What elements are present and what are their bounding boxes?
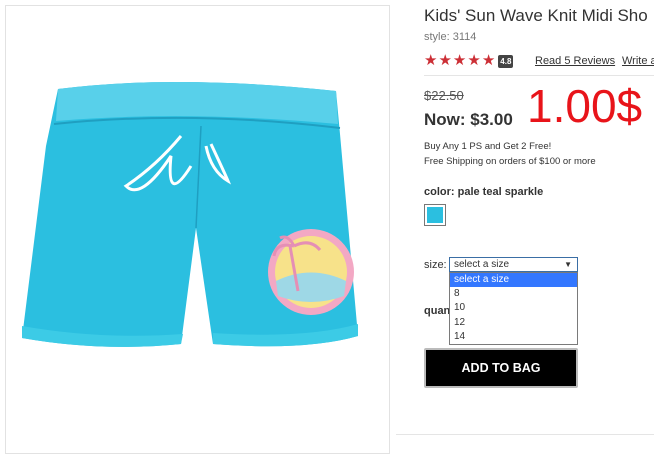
star-icon: ★ xyxy=(452,52,467,69)
was-price: $22.50 xyxy=(424,88,464,103)
promo-text: Buy Any 1 PS and Get 2 Free! xyxy=(424,141,552,152)
star-icon: ★ xyxy=(424,52,438,69)
rating-badge: 4.8 xyxy=(498,54,514,68)
size-select[interactable]: select a size ▼ xyxy=(449,257,578,272)
quantity-label: quantity xyxy=(424,305,449,317)
size-option-10[interactable]: 10 xyxy=(450,301,577,315)
star-icon: ★ xyxy=(467,52,481,69)
product-image xyxy=(22,81,358,347)
write-review-link[interactable]: Write a xyxy=(622,55,654,67)
product-image-frame[interactable] xyxy=(5,5,390,454)
overlay-price-annotation: 1.00$ xyxy=(527,80,643,132)
divider xyxy=(424,75,654,76)
product-style: style: 3114 xyxy=(424,31,477,43)
divider xyxy=(396,434,654,435)
size-select-value: select a size xyxy=(454,259,510,270)
swatch-fill xyxy=(427,207,443,223)
add-to-bag-button[interactable]: ADD TO BAG xyxy=(424,348,578,388)
now-price: Now: $3.00 xyxy=(424,110,513,129)
size-dropdown-list: select a size 8 10 12 14 xyxy=(449,272,578,345)
star-icon: ★ xyxy=(438,52,452,69)
size-option-8[interactable]: 8 xyxy=(450,287,577,301)
read-reviews-link[interactable]: Read 5 Reviews xyxy=(535,55,615,67)
chevron-down-icon: ▼ xyxy=(564,260,572,269)
rating-stars: ★ ★ ★ ★ ★ 4.8 xyxy=(424,52,514,69)
product-title: Kids' Sun Wave Knit Midi Sho xyxy=(424,6,648,25)
size-label: size: xyxy=(424,259,447,271)
color-swatch-pale-teal[interactable] xyxy=(424,204,446,226)
size-option-14[interactable]: 14 xyxy=(450,330,577,344)
star-icon: ★ xyxy=(481,52,496,69)
color-label: color: pale teal sparkle xyxy=(424,186,544,198)
size-option-select[interactable]: select a size xyxy=(450,273,577,288)
shipping-text: Free Shipping on orders of $100 or more xyxy=(424,156,596,167)
size-option-12[interactable]: 12 xyxy=(450,316,577,330)
